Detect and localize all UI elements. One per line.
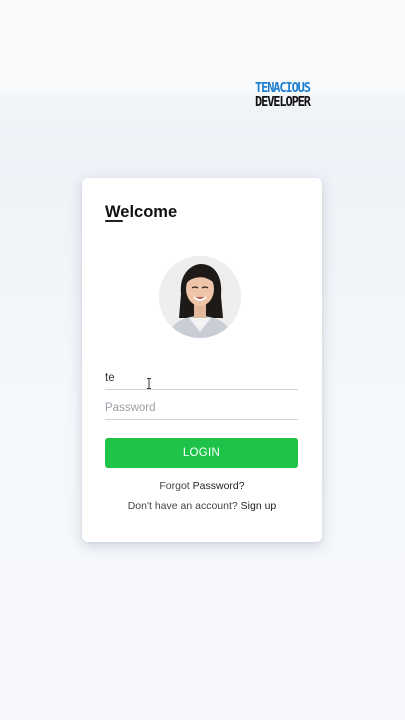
brand-logo-line1: TENACIOUS bbox=[255, 81, 311, 96]
title-underline bbox=[105, 220, 123, 222]
forgot-password-link[interactable]: Password? bbox=[193, 480, 245, 492]
text-cursor-icon bbox=[147, 378, 151, 389]
login-button[interactable]: LOGIN bbox=[105, 438, 298, 468]
signup-row: Don't have an account? Sign up bbox=[82, 500, 322, 512]
brand-logo-line2: DEVELOPER bbox=[255, 95, 311, 110]
password-input[interactable] bbox=[105, 396, 298, 420]
forgot-prefix: Forgot bbox=[159, 480, 190, 492]
brand-logo: TENACIOUS DEVELOPER bbox=[255, 81, 311, 110]
username-input[interactable] bbox=[105, 366, 298, 390]
footer-band bbox=[0, 628, 405, 720]
signup-prefix: Don't have an account? bbox=[127, 500, 238, 512]
header-band bbox=[0, 0, 405, 95]
login-card: Welcome LOGIN Forgot Passw bbox=[82, 178, 322, 542]
profile-photo bbox=[159, 256, 241, 338]
avatar bbox=[159, 256, 241, 338]
forgot-password-row: Forgot Password? bbox=[82, 480, 322, 492]
signup-link[interactable]: Sign up bbox=[241, 500, 277, 512]
